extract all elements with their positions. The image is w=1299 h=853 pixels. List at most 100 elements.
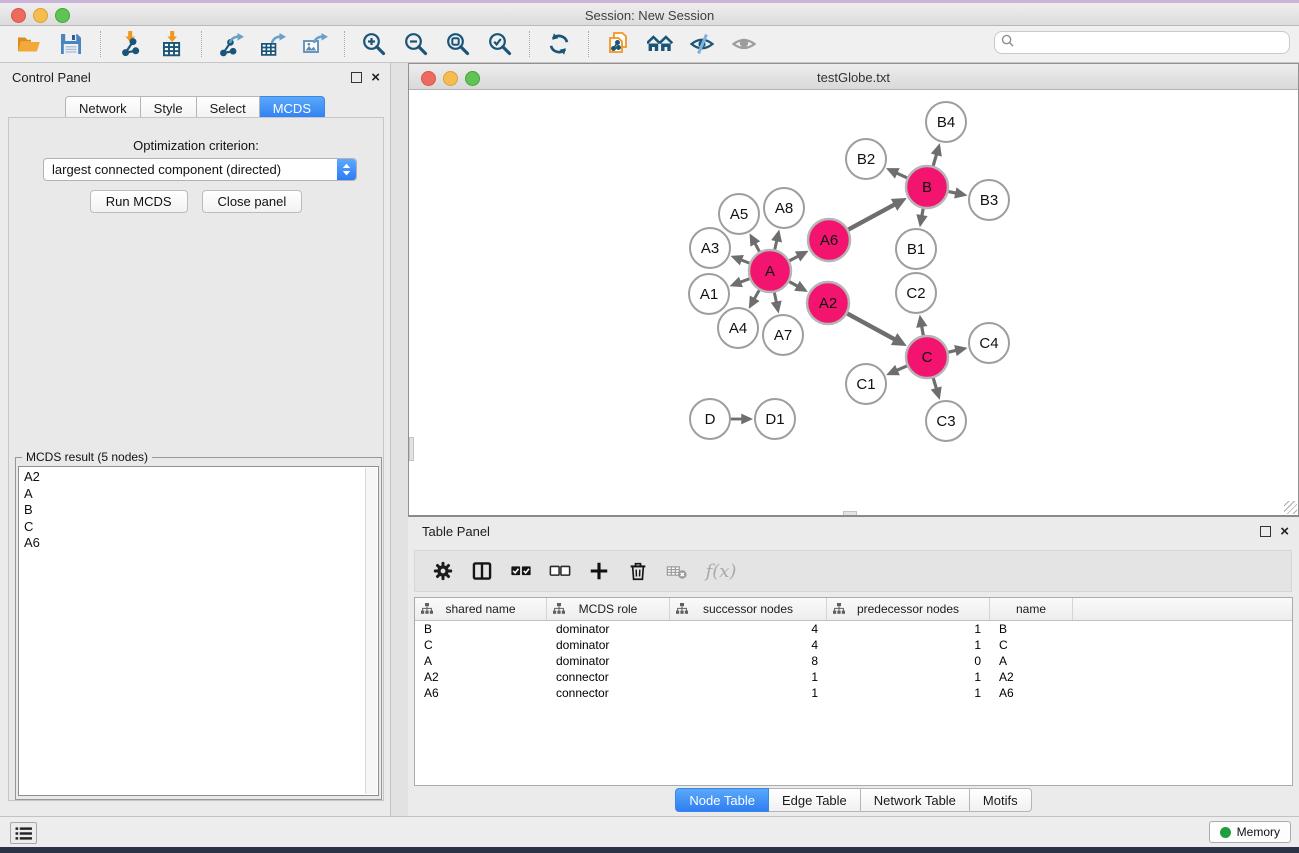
tab-motifs[interactable]: Motifs — [970, 788, 1032, 812]
open-session-icon[interactable] — [13, 29, 45, 59]
table-cell[interactable]: connector — [547, 685, 670, 701]
canvas-horizontal-scroll-nub[interactable] — [843, 511, 857, 515]
graph-node-A1[interactable]: A1 — [689, 274, 729, 314]
memory-button[interactable]: Memory — [1209, 821, 1291, 843]
zoom-fit-icon[interactable] — [442, 29, 474, 59]
mcds-result-item[interactable]: B — [19, 502, 378, 519]
criterion-dropdown[interactable]: largest connected component (directed) — [43, 158, 357, 181]
graph-edge-C-C3[interactable] — [933, 378, 936, 389]
table-cell[interactable]: 4 — [670, 637, 827, 653]
show-columns-icon[interactable] — [467, 558, 497, 584]
task-history-button[interactable] — [10, 822, 37, 844]
result-list-scrollbar[interactable] — [365, 468, 377, 794]
select-all-icon[interactable] — [506, 558, 536, 584]
table-cell[interactable]: A2 — [990, 669, 1073, 685]
add-row-icon[interactable] — [584, 558, 614, 584]
graph-node-B4[interactable]: B4 — [926, 102, 966, 142]
column-header-name[interactable]: name — [990, 598, 1073, 620]
graph-node-A2[interactable]: A2 — [807, 282, 849, 324]
table-cell[interactable]: 0 — [827, 653, 990, 669]
column-header-shared-name[interactable]: shared name — [415, 598, 547, 620]
graph-node-B[interactable]: B — [906, 166, 948, 208]
graph-node-C1[interactable]: C1 — [846, 364, 886, 404]
column-header-predecessor-nodes[interactable]: predecessor nodes — [827, 598, 990, 620]
graph-node-C2[interactable]: C2 — [896, 273, 936, 313]
table-cell[interactable]: 1 — [827, 685, 990, 701]
export-network-icon[interactable] — [215, 29, 247, 59]
float-panel-icon[interactable] — [351, 72, 362, 83]
table-cell[interactable]: A — [415, 653, 547, 669]
toggle-graphics-details-icon[interactable] — [686, 29, 718, 59]
graph-node-A4[interactable]: A4 — [718, 308, 758, 348]
graph-edge-A-A1[interactable] — [740, 279, 749, 283]
import-network-icon[interactable] — [114, 29, 146, 59]
delete-row-icon[interactable] — [623, 558, 653, 584]
table-row[interactable]: A6connector11A6 — [415, 685, 1292, 701]
graph-edge-A-A2[interactable] — [789, 282, 798, 287]
zoom-out-icon[interactable] — [400, 29, 432, 59]
table-row[interactable]: Cdominator41C — [415, 637, 1292, 653]
table-cell[interactable]: A6 — [990, 685, 1073, 701]
graph-edge-B-B2[interactable] — [896, 173, 907, 178]
graph-edge-A-A6[interactable] — [789, 256, 798, 261]
home-first-neighbors-icon[interactable] — [644, 29, 676, 59]
graph-edge-A-A5[interactable] — [755, 243, 760, 252]
graph-edge-C-C1[interactable] — [897, 366, 907, 371]
table-row[interactable]: Adominator80A — [415, 653, 1292, 669]
close-panel-button[interactable]: Close panel — [202, 190, 303, 213]
table-cell[interactable]: B — [415, 621, 547, 637]
graph-node-C3[interactable]: C3 — [926, 401, 966, 441]
table-cell[interactable]: connector — [547, 669, 670, 685]
graph-edge-C-C2[interactable] — [922, 326, 924, 335]
mcds-result-item[interactable]: A — [19, 486, 378, 503]
graph-node-B1[interactable]: B1 — [896, 229, 936, 269]
close-panel-icon[interactable]: × — [371, 73, 380, 83]
graph-edge-B-B3[interactable] — [949, 192, 957, 194]
table-cell[interactable]: 1 — [827, 669, 990, 685]
graph-node-C[interactable]: C — [906, 336, 948, 378]
export-table-icon[interactable] — [257, 29, 289, 59]
refresh-view-icon[interactable] — [543, 29, 575, 59]
table-cell[interactable]: dominator — [547, 637, 670, 653]
search-input[interactable] — [1018, 35, 1283, 51]
network-canvas[interactable]: B4B2BB3A8A5A6A3B1AC2A1A2A4A7C4CC1C3DD1 — [409, 90, 1298, 515]
graph-edge-A-A8[interactable] — [775, 240, 777, 249]
graph-node-D[interactable]: D — [690, 399, 730, 439]
tab-network-table[interactable]: Network Table — [861, 788, 970, 812]
mcds-result-item[interactable]: A2 — [19, 469, 378, 486]
table-cell[interactable]: dominator — [547, 653, 670, 669]
search-field[interactable] — [994, 31, 1290, 54]
table-cell[interactable]: C — [415, 637, 547, 653]
zoom-in-icon[interactable] — [358, 29, 390, 59]
run-mcds-button[interactable]: Run MCDS — [90, 190, 188, 213]
table-cell[interactable]: 1 — [670, 685, 827, 701]
graph-node-A7[interactable]: A7 — [763, 315, 803, 355]
table-cell[interactable]: A2 — [415, 669, 547, 685]
graph-edge-A-A3[interactable] — [741, 260, 750, 263]
graph-node-A[interactable]: A — [749, 250, 791, 292]
graph-edge-A6-B[interactable] — [848, 204, 895, 229]
mcds-result-item[interactable]: A6 — [19, 535, 378, 552]
import-table-icon[interactable] — [156, 29, 188, 59]
graph-edge-A-A7[interactable] — [774, 293, 776, 303]
tab-node-table[interactable]: Node Table — [675, 788, 769, 812]
graph-edge-A-A4[interactable] — [754, 290, 759, 299]
clone-network-icon[interactable] — [602, 29, 634, 59]
graph-edge-A2-C[interactable] — [847, 314, 895, 340]
table-cell[interactable]: 1 — [827, 621, 990, 637]
table-row[interactable]: Bdominator41B — [415, 621, 1292, 637]
graph-edge-B-B1[interactable] — [922, 209, 923, 216]
column-header-mcds-role[interactable]: MCDS role — [547, 598, 670, 620]
export-image-icon[interactable] — [299, 29, 331, 59]
window-resize-grip[interactable] — [1284, 501, 1297, 514]
canvas-vertical-scroll-nub[interactable] — [409, 437, 414, 461]
graph-edge-C-C4[interactable] — [948, 350, 956, 352]
settings-icon[interactable] — [428, 558, 458, 584]
graph-edge-B-B4[interactable] — [933, 154, 936, 166]
graph-node-D1[interactable]: D1 — [755, 399, 795, 439]
deselect-all-icon[interactable] — [545, 558, 575, 584]
graph-node-A3[interactable]: A3 — [690, 228, 730, 268]
show-hide-preview-icon[interactable] — [728, 29, 760, 59]
zoom-selected-icon[interactable] — [484, 29, 516, 59]
table-cell[interactable]: 1 — [827, 637, 990, 653]
